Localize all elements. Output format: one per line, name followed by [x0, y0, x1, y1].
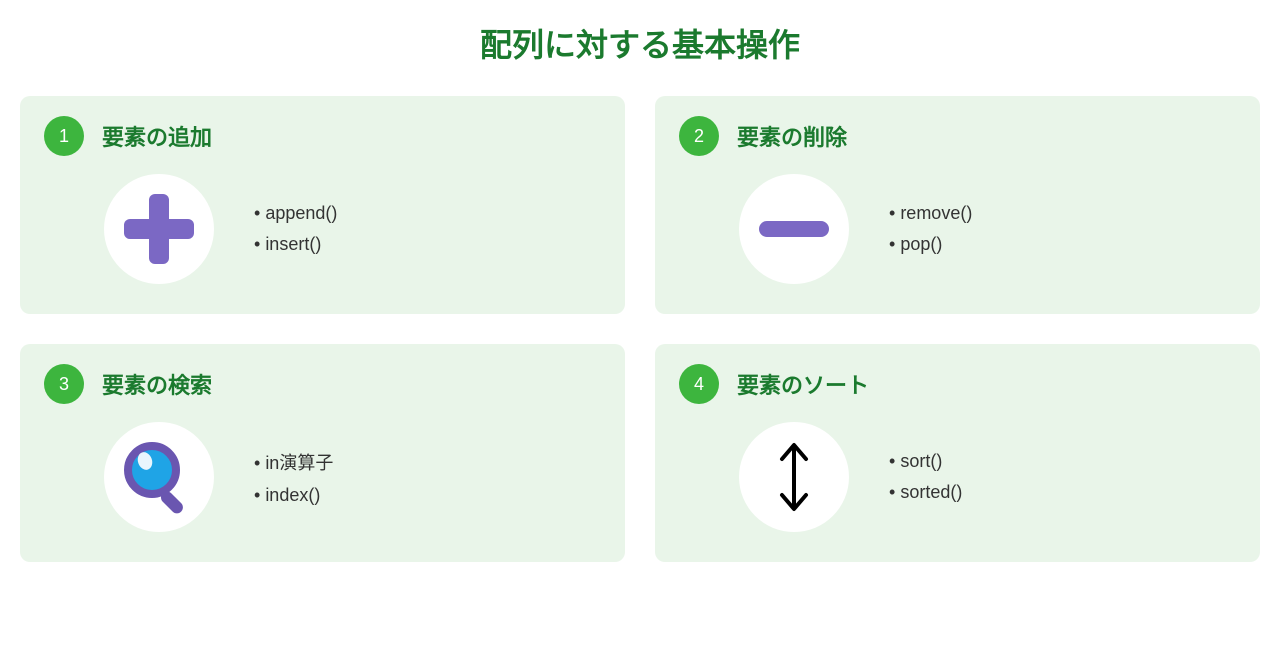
card-header: 4 要素のソート [679, 364, 1236, 404]
card-number-badge: 1 [44, 116, 84, 156]
bullet-item: pop() [889, 234, 972, 255]
card-number-badge: 4 [679, 364, 719, 404]
card-number-badge: 3 [44, 364, 84, 404]
search-icon [104, 422, 214, 532]
card-title: 要素の追加 [102, 120, 212, 152]
bullet-item: append() [254, 203, 337, 224]
page-title: 配列に対する基本操作 [10, 20, 1270, 66]
bullet-list: sort() sorted() [889, 451, 962, 503]
bullet-list: remove() pop() [889, 203, 972, 255]
bullet-item: in演算子 [254, 449, 333, 475]
card-body: append() insert() [44, 174, 601, 284]
card-search: 3 要素の検索 in演算子 index() [20, 344, 625, 562]
card-header: 2 要素の削除 [679, 116, 1236, 156]
card-title: 要素の削除 [737, 120, 847, 152]
bullet-list: in演算子 index() [254, 449, 333, 506]
card-header: 3 要素の検索 [44, 364, 601, 404]
sort-arrows-icon [739, 422, 849, 532]
plus-icon [104, 174, 214, 284]
bullet-item: index() [254, 485, 333, 506]
bullet-item: remove() [889, 203, 972, 224]
card-add: 1 要素の追加 append() insert() [20, 96, 625, 314]
bullet-item: sorted() [889, 482, 962, 503]
card-title: 要素の検索 [102, 368, 212, 400]
card-body: sort() sorted() [679, 422, 1236, 532]
card-body: remove() pop() [679, 174, 1236, 284]
card-body: in演算子 index() [44, 422, 601, 532]
bullet-list: append() insert() [254, 203, 337, 255]
minus-icon [739, 174, 849, 284]
card-remove: 2 要素の削除 remove() pop() [655, 96, 1260, 314]
card-header: 1 要素の追加 [44, 116, 601, 156]
cards-grid: 1 要素の追加 append() insert() 2 要素の削除 remove… [10, 96, 1270, 562]
bullet-item: insert() [254, 234, 337, 255]
card-sort: 4 要素のソート sort() sorted() [655, 344, 1260, 562]
bullet-item: sort() [889, 451, 962, 472]
card-number-badge: 2 [679, 116, 719, 156]
card-title: 要素のソート [737, 368, 869, 400]
